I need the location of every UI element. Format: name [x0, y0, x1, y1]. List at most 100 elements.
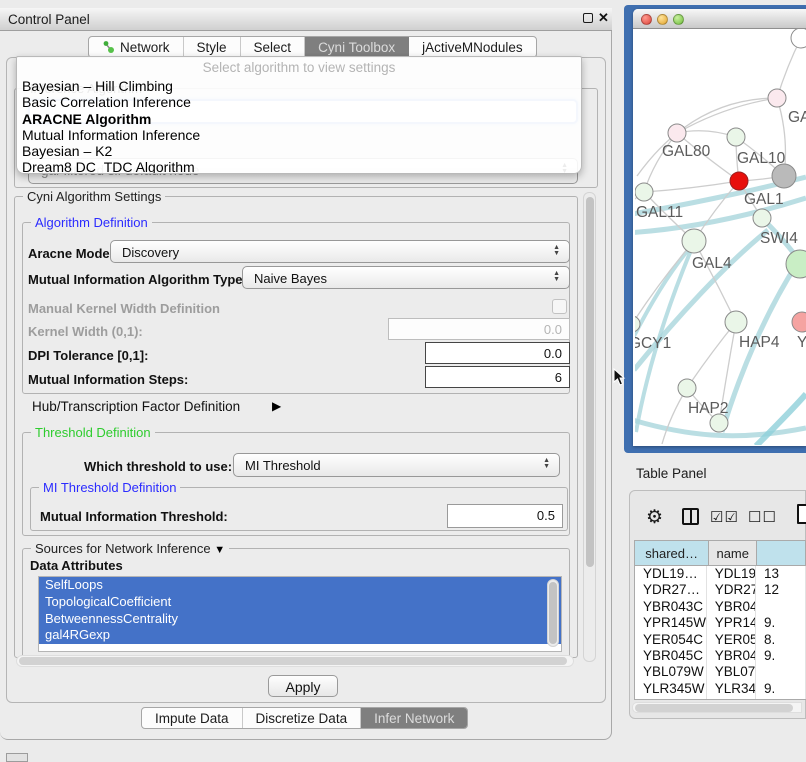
- tab-impute-data[interactable]: Impute Data: [142, 708, 243, 728]
- table-row[interactable]: YIL052CYIL052C9: [635, 697, 806, 700]
- tab-network[interactable]: Network: [89, 37, 184, 57]
- node-label: GCY1: [635, 335, 671, 352]
- algorithm-option[interactable]: Dream8 DC_TDC Algorithm: [17, 159, 581, 174]
- tab-cyni-toolbox[interactable]: Cyni Toolbox: [305, 37, 409, 57]
- table-row[interactable]: YBR043CYBR043C: [635, 599, 806, 615]
- column-header-shared…[interactable]: shared…: [635, 541, 709, 565]
- algorithm-option[interactable]: Mutual Information Inference: [17, 127, 581, 143]
- algorithm-option[interactable]: ARACNE Algorithm: [17, 111, 581, 127]
- apply-button[interactable]: Apply: [268, 675, 338, 697]
- expand-down-icon[interactable]: ▼: [214, 544, 225, 556]
- unchecked-pair-icon[interactable]: ☐☐: [748, 508, 777, 526]
- kernel-width-input[interactable]: 0.0: [388, 318, 570, 340]
- mi-threshold-definition-legend: MI Threshold Definition: [39, 480, 180, 495]
- table-cell: YER054C: [635, 632, 707, 648]
- table-cell: YBL079W: [635, 664, 707, 680]
- tab-jactivemnodules[interactable]: jActiveMNodules: [409, 37, 536, 57]
- which-threshold-label: Which threshold to use:: [84, 459, 232, 474]
- network-node-gal10[interactable]: [727, 128, 745, 146]
- table-row[interactable]: YDL19…YDL19…13: [635, 566, 806, 582]
- mi-threshold-input[interactable]: 0.5: [447, 504, 563, 528]
- aracne-mode-label: Aracne Mode:: [28, 246, 114, 261]
- tab-label: Style: [197, 40, 227, 55]
- table-row[interactable]: YBR045CYBR045C9.: [635, 648, 806, 664]
- gear-icon[interactable]: ⚙: [646, 506, 663, 529]
- mi-steps-label: Mutual Information Steps:: [28, 372, 188, 387]
- settings-vertical-scrollbar[interactable]: [583, 192, 596, 662]
- data-attributes-list[interactable]: SelfLoopsTopologicalCoefficientBetweenne…: [38, 576, 562, 652]
- document-icon[interactable]: [797, 504, 806, 524]
- table-panel-title: Table Panel: [636, 466, 707, 481]
- table-cell: YDL19…: [707, 566, 756, 582]
- mi-type-combo[interactable]: Naive Bayes ▲▼: [242, 266, 570, 289]
- which-threshold-combo[interactable]: MI Threshold ▲▼: [233, 453, 560, 477]
- network-icon: [102, 40, 115, 54]
- dpi-tolerance-label: DPI Tolerance [0,1]:: [28, 348, 148, 363]
- table-row[interactable]: YBL079WYBL079W: [635, 664, 806, 680]
- table-cell: YBR043C: [707, 599, 756, 615]
- mi-steps-input[interactable]: 6: [425, 366, 570, 388]
- combo-stepper-icon: ▲▼: [553, 271, 560, 283]
- aracne-mode-combo[interactable]: Discovery ▲▼: [110, 240, 570, 263]
- network-node-gal[interactable]: [768, 89, 786, 107]
- network-node-gal11[interactable]: [635, 183, 653, 201]
- dpi-tolerance-input[interactable]: 0.0: [425, 342, 570, 364]
- minimize-traffic-light-icon[interactable]: [657, 14, 668, 25]
- network-node[interactable]: [753, 209, 771, 227]
- mi-threshold-label: Mutual Information Threshold:: [40, 509, 228, 524]
- attribute-item[interactable]: gal4RGexp: [39, 627, 561, 644]
- table-row[interactable]: YLR345WYLR345W9.: [635, 681, 806, 697]
- table-cell: 9.: [756, 648, 806, 664]
- checked-pair-icon[interactable]: ☑☑: [710, 508, 739, 526]
- node-label: GAL4: [692, 255, 732, 272]
- control-panel-titlebar: [0, 8, 612, 31]
- table-body: YDL19…YDL19…13YDR27…YDR27…12YBR043CYBR04…: [635, 566, 806, 700]
- expand-right-icon[interactable]: ▶: [272, 399, 281, 413]
- table-horizontal-scrollbar[interactable]: [632, 702, 802, 713]
- network-node-gal4[interactable]: [682, 229, 706, 253]
- network-canvas[interactable]: GALGAL80GAL10GAL1GAL11SWI4GAL4GCY1HAP4YH…: [635, 29, 806, 445]
- column-header-name[interactable]: name: [709, 541, 757, 565]
- split-columns-icon[interactable]: [682, 508, 699, 525]
- node-table[interactable]: shared…name YDL19…YDL19…13YDR27…YDR27…12…: [634, 540, 806, 700]
- close-traffic-light-icon[interactable]: [641, 14, 652, 25]
- algorithm-option[interactable]: Basic Correlation Inference: [17, 94, 581, 110]
- column-header-hidden[interactable]: [757, 541, 806, 565]
- table-row[interactable]: YPR145WYPR145W9.: [635, 615, 806, 631]
- tab-infer-network[interactable]: Infer Network: [361, 708, 467, 728]
- node-label: GAL80: [662, 143, 711, 160]
- network-node-gal1[interactable]: [730, 172, 748, 190]
- tab-style[interactable]: Style: [184, 37, 241, 57]
- combo-stepper-icon: ▲▼: [543, 458, 550, 470]
- algorithm-placeholder: Select algorithm to view settings: [17, 57, 581, 78]
- float-window-icon[interactable]: [583, 13, 593, 23]
- zoom-traffic-light-icon[interactable]: [673, 14, 684, 25]
- table-row[interactable]: YER054CYER054C8.: [635, 632, 806, 648]
- attributes-vertical-scrollbar[interactable]: [547, 579, 559, 647]
- manual-kernel-checkbox[interactable]: [552, 299, 567, 314]
- network-node-gal80[interactable]: [668, 124, 686, 142]
- attribute-item[interactable]: BetweennessCentrality: [39, 611, 561, 628]
- tab-label: Network: [120, 40, 170, 55]
- attribute-item[interactable]: SelfLoops: [39, 577, 561, 594]
- data-attributes-label: Data Attributes: [30, 558, 123, 573]
- tab-discretize-data[interactable]: Discretize Data: [243, 708, 362, 728]
- table-row[interactable]: YDR27…YDR27…12: [635, 582, 806, 598]
- network-node-hap4[interactable]: [725, 311, 747, 333]
- network-node-hap2[interactable]: [678, 379, 696, 397]
- aracne-mode-value: Discovery: [122, 245, 179, 260]
- close-window-icon[interactable]: ✕: [598, 10, 609, 26]
- control-panel-tabbar: Network Style SelectCyni ToolboxjActiveMNo…: [88, 36, 537, 58]
- algorithm-option[interactable]: Bayesian – Hill Climbing: [17, 78, 581, 94]
- settings-horizontal-scrollbar[interactable]: [16, 655, 574, 667]
- bottom-tabbar: Impute DataDiscretize DataInfer Network: [141, 707, 468, 729]
- network-node[interactable]: [772, 164, 796, 188]
- table-cell: YBR043C: [635, 599, 707, 615]
- kernel-width-label: Kernel Width (0,1):: [28, 324, 143, 339]
- algorithm-dropdown-list: Select algorithm to view settings Bayesi…: [16, 56, 582, 174]
- node-label: GAL11: [636, 204, 683, 221]
- table-cell: YLR345W: [635, 681, 707, 697]
- attribute-item[interactable]: TopologicalCoefficient: [39, 594, 561, 611]
- tab-select[interactable]: Select: [241, 37, 306, 57]
- algorithm-option[interactable]: Bayesian – K2: [17, 143, 581, 159]
